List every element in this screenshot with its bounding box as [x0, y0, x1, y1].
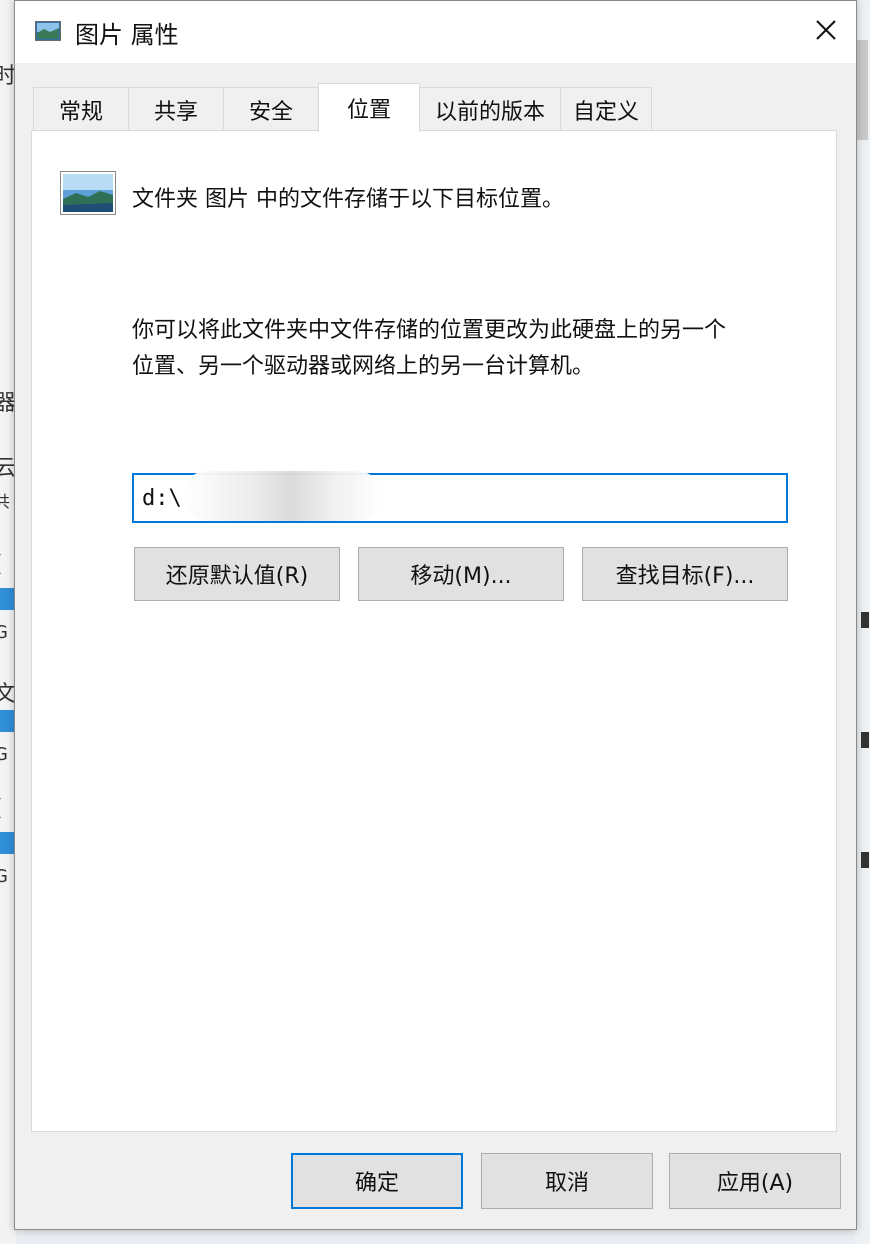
window-title: 图片 属性 — [75, 21, 179, 49]
explanation-line: 你可以将此文件夹中文件存储的位置更改为此硬盘上的另一个 — [132, 318, 727, 343]
background-text-fragment: G — [0, 866, 8, 887]
title-bar: 图片 属性 — [15, 1, 856, 63]
tab-security[interactable]: 安全 — [223, 87, 319, 131]
move-button[interactable]: 移动(M)... — [358, 547, 564, 601]
background-text-fragment: G — [0, 622, 8, 643]
landscape-image-icon — [35, 21, 61, 41]
restore-default-button[interactable]: 还原默认值(R) — [134, 547, 340, 601]
explanation-line: 位置、另一个驱动器或网络上的另一台计算机。 — [132, 354, 595, 379]
properties-dialog: 图片 属性 常规 共享 安全 位置 以前的版本 自定义 文件夹 图片 中的文件存… — [14, 0, 857, 1230]
redacted-path-mask — [182, 471, 382, 521]
tab-location[interactable]: 位置 — [318, 83, 420, 132]
tab-customize[interactable]: 自定义 — [560, 87, 652, 131]
tab-sharing[interactable]: 共享 — [128, 87, 224, 131]
background-text-fragment: G — [0, 744, 8, 765]
background-text-fragment: ( — [0, 552, 3, 577]
tab-previous-versions[interactable]: 以前的版本 — [419, 87, 561, 131]
close-icon — [815, 19, 837, 45]
background-progress-bar — [0, 832, 14, 854]
background-mark — [861, 612, 869, 628]
landscape-folder-icon — [60, 171, 116, 215]
apply-button[interactable]: 应用(A) — [669, 1153, 841, 1209]
close-button[interactable] — [796, 1, 856, 63]
background-scrollbar-thumb — [856, 40, 868, 140]
location-summary: 文件夹 图片 中的文件存储于以下目标位置。 — [132, 187, 564, 212]
location-explanation: 你可以将此文件夹中文件存储的位置更改为此硬盘上的另一个 位置、另一个驱动器或网络… — [132, 313, 812, 385]
background-text-fragment: 共 — [0, 492, 11, 511]
background-progress-bar — [0, 588, 14, 610]
location-tab-panel: 文件夹 图片 中的文件存储于以下目标位置。 你可以将此文件夹中文件存储的位置更改… — [31, 130, 837, 1132]
find-target-button[interactable]: 查找目标(F)... — [582, 547, 788, 601]
background-progress-bar — [0, 710, 14, 732]
ok-button[interactable]: 确定 — [291, 1153, 463, 1209]
tab-general[interactable]: 常规 — [33, 87, 129, 131]
background-text-fragment: ( — [0, 796, 3, 821]
cancel-button[interactable]: 取消 — [481, 1153, 653, 1209]
background-mark — [861, 732, 869, 748]
background-mark — [861, 852, 869, 868]
